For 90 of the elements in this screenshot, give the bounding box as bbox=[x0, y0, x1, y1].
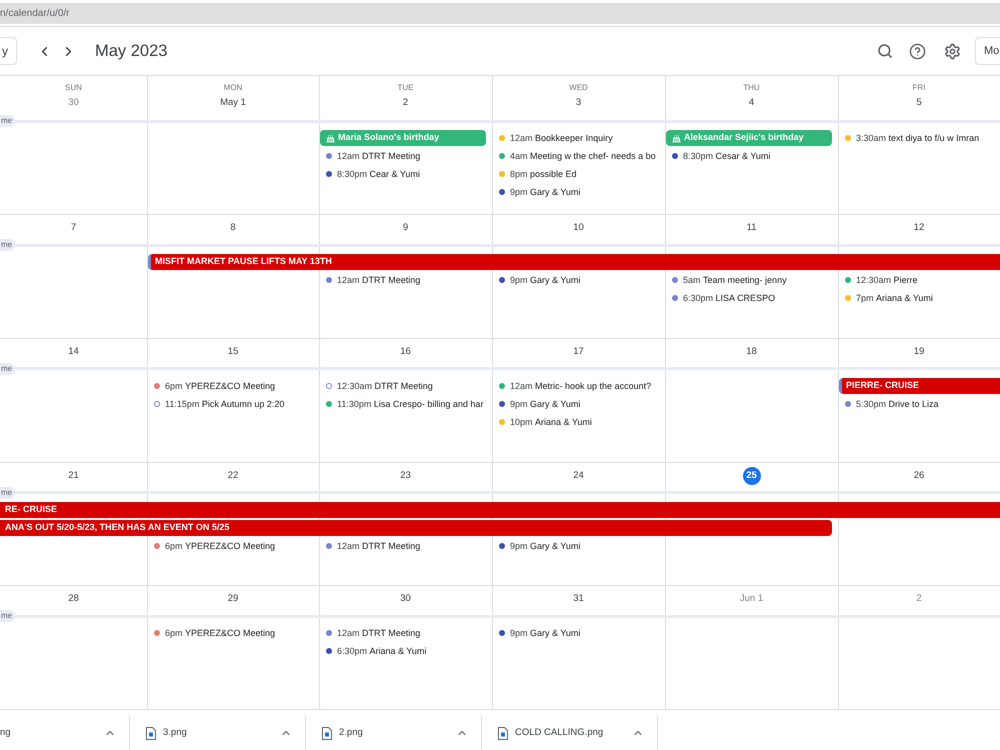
date-number[interactable]: 3 bbox=[576, 97, 582, 109]
date-number[interactable]: 10 bbox=[573, 222, 584, 234]
weekday-label: THU bbox=[743, 83, 760, 93]
event-item[interactable]: 12am Metric- hook up the account? bbox=[492, 376, 665, 395]
event-item[interactable]: 8pm possible Ed bbox=[492, 165, 665, 183]
cake-icon bbox=[672, 134, 681, 142]
download-item[interactable]: ng bbox=[0, 716, 100, 750]
date-number[interactable]: 4 bbox=[748, 97, 754, 109]
address-field[interactable]: n/calendar/u/0/r bbox=[0, 3, 1000, 24]
date-number[interactable]: 16 bbox=[400, 346, 411, 358]
date-number[interactable]: 29 bbox=[228, 593, 238, 606]
event-bar[interactable]: MISFIT MARKET PAUSE LIFTS MAY 13TH bbox=[148, 254, 1000, 270]
cake-icon bbox=[326, 134, 335, 142]
event-item[interactable]: 6pm YPEREZ&CO Meeting bbox=[147, 376, 319, 395]
date-number[interactable]: 9 bbox=[402, 222, 408, 234]
download-item[interactable]: 3.png bbox=[130, 716, 276, 750]
event-bar[interactable]: ANA'S OUT 5/20-5/23, THEN HAS AN EVENT ON 5/25 bbox=[0, 520, 832, 536]
week-tag: me bbox=[0, 362, 16, 375]
date-number[interactable]: 23 bbox=[400, 470, 411, 482]
event-item[interactable]: 9pm Gary & Yumi bbox=[492, 271, 665, 289]
date-number[interactable]: 24 bbox=[573, 470, 584, 482]
date-number[interactable]: 22 bbox=[228, 470, 238, 482]
event-bar[interactable]: PIERRE- CRUISE bbox=[839, 378, 1000, 394]
event-item[interactable]: 9pm Gary & Yumi bbox=[492, 394, 665, 413]
download-item[interactable]: COLD CALLING.png bbox=[482, 716, 628, 750]
weekday-label: SUN bbox=[65, 83, 82, 93]
month-title: May 2023 bbox=[95, 40, 168, 62]
event-item[interactable]: 9pm Gary & Yumi bbox=[492, 183, 665, 201]
today-button[interactable]: y bbox=[0, 37, 17, 65]
date-number[interactable]: 30 bbox=[400, 593, 411, 606]
event-item[interactable]: 12am DTRT Meeting bbox=[319, 536, 492, 554]
date-number[interactable]: 31 bbox=[573, 593, 584, 606]
date-number[interactable]: May 1 bbox=[220, 97, 246, 109]
file-icon bbox=[498, 726, 508, 740]
date-number[interactable]: 14 bbox=[68, 346, 79, 358]
event-item[interactable]: 6:30pm Ariana & Yumi bbox=[319, 642, 492, 660]
date-number[interactable]: 7 bbox=[70, 222, 76, 234]
date-number[interactable]: 5 bbox=[916, 97, 922, 109]
date-number[interactable]: 30 bbox=[68, 97, 79, 109]
weekday-label: MON bbox=[224, 83, 242, 93]
event-item[interactable]: 5am Team meeting- jenny bbox=[665, 271, 838, 289]
date-number[interactable]: Jun 1 bbox=[740, 593, 764, 606]
event-item[interactable]: 7pm Ariana & Yumi bbox=[838, 289, 1000, 307]
date-number[interactable]: 8 bbox=[230, 222, 236, 234]
file-icon bbox=[322, 726, 332, 740]
date-number[interactable]: 28 bbox=[68, 593, 79, 606]
date-number[interactable]: 17 bbox=[573, 346, 584, 358]
event-item[interactable]: 3:30am text diya to f/u w Imran bbox=[838, 129, 1000, 147]
date-number[interactable]: 15 bbox=[228, 346, 238, 358]
event-item[interactable]: 12am DTRT Meeting bbox=[319, 624, 492, 642]
event-item[interactable]: 12am Bookkeeper Inquiry bbox=[492, 129, 665, 147]
event-item[interactable]: 8:30pm Cesar & Yumi bbox=[665, 147, 838, 165]
weekday-label: WED bbox=[569, 83, 588, 93]
week-tag: me bbox=[0, 115, 16, 127]
week-tag: me bbox=[0, 610, 16, 622]
event-item[interactable]: 12:30am Pierre bbox=[838, 271, 1000, 289]
event-item[interactable]: 11:30pm Lisa Crespo- billing and har bbox=[319, 394, 492, 413]
event-item[interactable]: 10pm Ariana & Yumi bbox=[492, 412, 665, 431]
event-item[interactable]: 8:30pm Cear & Yumi bbox=[319, 165, 492, 183]
help-icon bbox=[908, 42, 926, 60]
date-number[interactable]: 26 bbox=[914, 470, 924, 482]
week-tag: me bbox=[0, 239, 16, 251]
date-number[interactable]: 11 bbox=[746, 222, 756, 234]
date-number[interactable]: 2 bbox=[402, 97, 408, 109]
event-item[interactable]: 12:30am DTRT Meeting bbox=[319, 376, 492, 395]
date-number[interactable]: 19 bbox=[914, 346, 924, 358]
view-button[interactable]: Mo bbox=[975, 37, 1000, 65]
weekday-label: FRI bbox=[912, 83, 926, 93]
event-item[interactable]: 11:15pm Pick Autumn up 2:20 bbox=[147, 394, 319, 413]
search-icon bbox=[877, 43, 893, 59]
date-number[interactable]: 25 bbox=[742, 466, 760, 484]
event-item[interactable]: 9pm Gary & Yumi bbox=[492, 536, 665, 554]
event-item[interactable]: 5:30pm Drive to Liza bbox=[838, 394, 1000, 413]
download-item[interactable]: 2.png bbox=[306, 716, 452, 750]
event-item[interactable]: 6pm YPEREZ&CO Meeting bbox=[147, 624, 319, 642]
event-item[interactable]: 12am DTRT Meeting bbox=[319, 271, 492, 289]
event-item[interactable]: 6pm YPEREZ&CO Meeting bbox=[147, 536, 319, 554]
event-bar[interactable]: RE- CRUISE bbox=[0, 502, 1000, 518]
settings-icon bbox=[944, 42, 960, 60]
file-icon bbox=[146, 726, 156, 740]
event-item[interactable]: 12am DTRT Meeting bbox=[319, 147, 492, 165]
date-number[interactable]: 2 bbox=[916, 593, 922, 606]
event-item[interactable]: 9pm Gary & Yumi bbox=[492, 624, 665, 642]
event-item[interactable]: 6:30pm LISA CRESPO bbox=[665, 289, 838, 307]
date-number[interactable]: 21 bbox=[68, 470, 79, 482]
week-tag: me bbox=[0, 486, 16, 498]
date-number[interactable]: 18 bbox=[746, 346, 757, 358]
weekday-label: TUE bbox=[398, 83, 414, 93]
event-item[interactable]: 4am Meeting w the chef- needs a bo bbox=[492, 147, 665, 165]
date-number[interactable]: 12 bbox=[914, 222, 924, 234]
